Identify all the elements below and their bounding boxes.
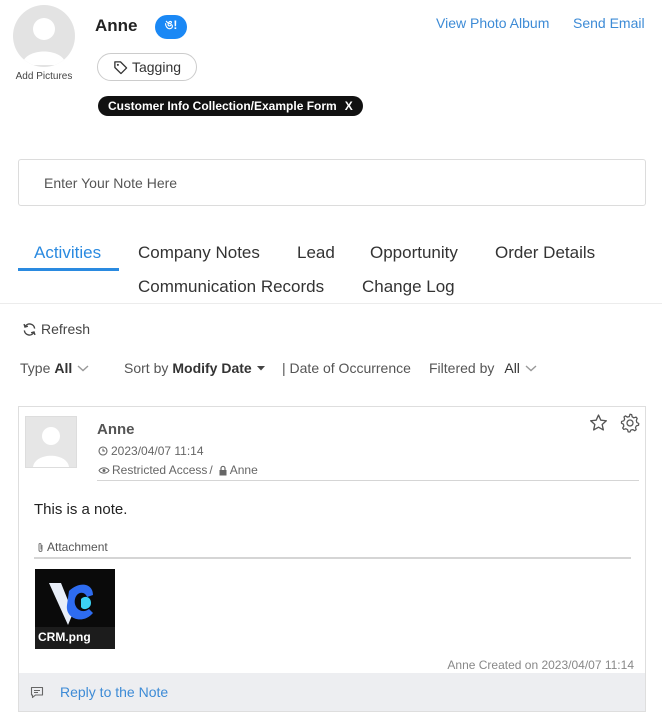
send-email-link[interactable]: Send Email xyxy=(573,15,645,31)
add-pictures-link[interactable]: Add Pictures xyxy=(14,70,74,83)
created-info: Anne Created on 2023/04/07 11:14 xyxy=(447,658,634,672)
note-input[interactable] xyxy=(19,160,645,205)
tab-activities[interactable]: Activities xyxy=(34,243,101,263)
view-photo-album-link[interactable]: View Photo Album xyxy=(436,15,549,31)
tab-change-log[interactable]: Change Log xyxy=(362,277,455,297)
type-filter[interactable]: Type All xyxy=(20,360,90,376)
tab-order-details[interactable]: Order Details xyxy=(495,243,595,263)
attachment-label: Attachment xyxy=(47,540,108,554)
paperclip-icon xyxy=(38,542,43,552)
active-tab-indicator xyxy=(18,268,119,271)
filtered-by-label: Filtered by xyxy=(429,360,495,376)
comment-icon xyxy=(30,686,44,698)
tab-lead[interactable]: Lead xyxy=(297,243,335,263)
date-of-occurrence-text: | Date of Occurrence xyxy=(282,360,411,376)
refresh-button[interactable]: Refresh xyxy=(22,321,90,337)
clock-icon xyxy=(98,446,108,456)
refresh-label: Refresh xyxy=(41,321,91,337)
caret-down-icon xyxy=(256,366,265,371)
tabs-divider xyxy=(0,303,662,304)
lock-icon xyxy=(219,465,227,475)
eye-icon xyxy=(98,466,110,474)
activity-author: Anne xyxy=(97,421,135,438)
activity-avatar xyxy=(25,416,77,468)
access-level: Restricted Access xyxy=(112,463,208,477)
gear-icon[interactable] xyxy=(620,413,640,438)
filtered-by-filter[interactable]: Filtered by All xyxy=(429,360,538,376)
chevron-down-icon xyxy=(525,365,537,372)
form-tag-close-icon[interactable]: X xyxy=(345,99,353,113)
date-of-occurrence-label: | Date of Occurrence xyxy=(282,360,411,376)
profile-avatar[interactable] xyxy=(13,5,75,67)
access-user: Anne xyxy=(229,463,258,477)
tab-opportunity[interactable]: Opportunity xyxy=(370,243,458,263)
filtered-by-value: All xyxy=(504,360,520,376)
activity-timestamp: 2023/04/07 11:14 xyxy=(98,444,204,458)
contact-name: Anne xyxy=(95,16,138,35)
form-tag-chip[interactable]: Customer Info Collection/Example Form X xyxy=(98,96,363,116)
tab-company-notes[interactable]: Company Notes xyxy=(138,243,260,263)
star-icon[interactable] xyxy=(588,413,609,438)
form-tag-label: Customer Info Collection/Example Form xyxy=(108,99,337,113)
attachment-header: Attachment xyxy=(36,540,108,554)
chevron-down-icon xyxy=(77,365,89,372)
activity-timestamp-text: 2023/04/07 11:14 xyxy=(111,444,204,458)
refresh-icon xyxy=(23,322,36,336)
activity-note-text: This is a note. xyxy=(34,501,128,518)
type-filter-label: Type xyxy=(20,360,51,376)
tagging-label: Tagging xyxy=(131,59,182,75)
tag-icon xyxy=(114,60,128,74)
sort-by-label: Sort by xyxy=(124,360,169,376)
user-silhouette-icon xyxy=(22,18,66,65)
sort-by-value: Modify Date xyxy=(172,360,252,376)
tab-communication-records[interactable]: Communication Records xyxy=(138,277,324,297)
user-silhouette-icon xyxy=(33,427,69,467)
sort-by-filter[interactable]: Sort by Modify Date xyxy=(124,360,266,376)
attachment-divider xyxy=(34,557,631,559)
activity-access: Restricted Access / Anne xyxy=(98,463,258,477)
wechat-badge-icon[interactable]: ঙ! xyxy=(155,15,187,39)
attachment-filename: CRM.png xyxy=(38,630,91,644)
activity-header-divider xyxy=(97,480,639,481)
access-separator: / xyxy=(209,463,213,477)
reply-to-note-button[interactable]: Reply to the Note xyxy=(30,684,168,700)
tagging-button[interactable]: Tagging xyxy=(97,53,197,81)
type-filter-value: All xyxy=(54,360,73,376)
note-input-container xyxy=(18,159,646,206)
reply-to-note-label: Reply to the Note xyxy=(60,684,169,700)
